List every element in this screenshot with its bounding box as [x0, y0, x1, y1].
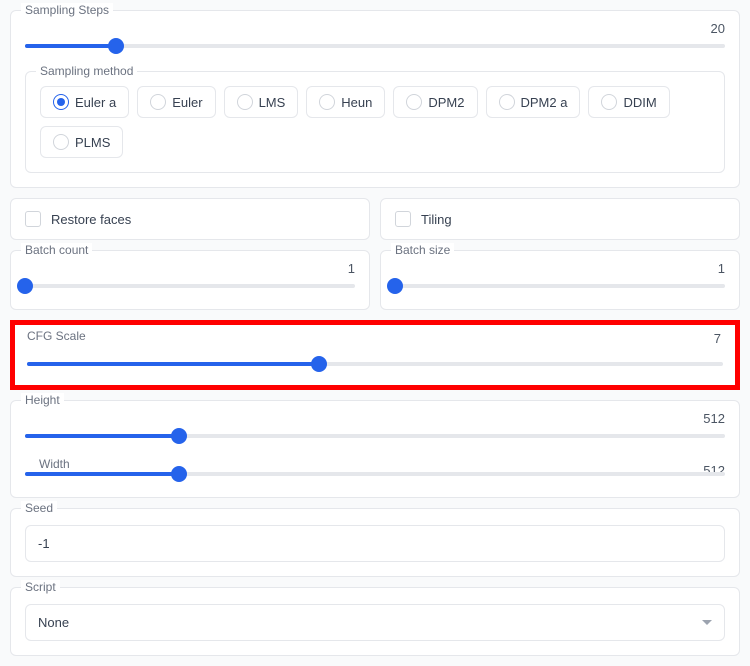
radio-label: LMS [259, 95, 286, 110]
cfg-scale-value: 7 [691, 331, 721, 346]
sampling-method-option[interactable]: DPM2 [393, 86, 477, 118]
height-section: Height 512 Width 512 [10, 400, 740, 498]
seed-label: Seed [21, 501, 57, 515]
radio-icon [150, 94, 166, 110]
batch-count-value: 1 [325, 261, 355, 276]
seed-input[interactable] [25, 525, 725, 562]
sampling-steps-label: Sampling Steps [21, 3, 113, 17]
tiling-checkbox[interactable]: Tiling [380, 198, 740, 240]
script-section: Script None [10, 587, 740, 656]
height-slider[interactable] [25, 427, 725, 445]
script-label: Script [21, 580, 60, 594]
sampling-method-option[interactable]: DDIM [588, 86, 669, 118]
batch-size-slider[interactable] [395, 277, 725, 295]
radio-icon [53, 94, 69, 110]
checkbox-icon [25, 211, 41, 227]
script-value: None [38, 615, 69, 630]
cfg-scale-label: CFG Scale [23, 329, 90, 343]
cfg-scale-section-highlighted: CFG Scale 7 [10, 320, 740, 390]
batch-count-section: Batch count 1 [10, 250, 370, 310]
seed-section: Seed [10, 508, 740, 577]
sampling-steps-section: Sampling Steps 20 Sampling method Euler … [10, 10, 740, 188]
sampling-method-option[interactable]: Heun [306, 86, 385, 118]
checkbox-icon [395, 211, 411, 227]
radio-icon [319, 94, 335, 110]
sampling-method-option[interactable]: DPM2 a [486, 86, 581, 118]
sampling-method-section: Sampling method Euler aEulerLMSHeunDPM2D… [25, 71, 725, 173]
radio-label: DDIM [623, 95, 656, 110]
radio-icon [601, 94, 617, 110]
batch-count-label: Batch count [21, 243, 92, 257]
sampling-method-label: Sampling method [36, 64, 137, 78]
restore-faces-label: Restore faces [51, 212, 131, 227]
batch-count-slider[interactable] [25, 277, 355, 295]
radio-icon [237, 94, 253, 110]
height-label: Height [21, 393, 64, 407]
sampling-method-option[interactable]: PLMS [40, 126, 123, 158]
sampling-method-option[interactable]: LMS [224, 86, 299, 118]
sampling-steps-value: 20 [695, 21, 725, 36]
width-slider[interactable] [25, 465, 725, 483]
sampling-method-option[interactable]: Euler a [40, 86, 129, 118]
radio-icon [406, 94, 422, 110]
batch-size-label: Batch size [391, 243, 454, 257]
cfg-scale-slider[interactable] [27, 355, 723, 373]
radio-label: PLMS [75, 135, 110, 150]
script-select[interactable]: None [25, 604, 725, 641]
sampling-method-radio-group: Euler a Euler LMS Heun DPM2 DPM2 a DDIM PLMS [40, 86, 710, 158]
radio-label: DPM2 a [521, 95, 568, 110]
sampling-steps-slider[interactable] [25, 37, 725, 55]
radio-label: DPM2 [428, 95, 464, 110]
batch-size-value: 1 [695, 261, 725, 276]
radio-label: Euler a [75, 95, 116, 110]
radio-label: Euler [172, 95, 202, 110]
radio-icon [53, 134, 69, 150]
radio-label: Heun [341, 95, 372, 110]
radio-icon [499, 94, 515, 110]
height-value: 512 [695, 411, 725, 426]
tiling-label: Tiling [421, 212, 452, 227]
chevron-down-icon [702, 620, 712, 625]
restore-faces-checkbox[interactable]: Restore faces [10, 198, 370, 240]
sampling-method-option[interactable]: Euler [137, 86, 215, 118]
batch-size-section: Batch size 1 [380, 250, 740, 310]
